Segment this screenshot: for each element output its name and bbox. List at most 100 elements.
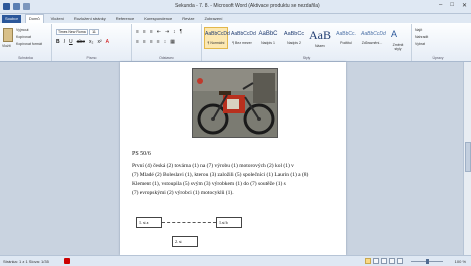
style-name: ¶ Normální <box>207 41 225 45</box>
align-center-button[interactable]: ≡ <box>143 39 146 45</box>
format-painter-button[interactable]: Kopírovat formát <box>16 42 42 46</box>
paragraph-line[interactable]: (7) Mladé (2) Boleslavi (1), kterou (3) … <box>132 172 308 178</box>
font-group-label: Písmo <box>86 56 97 60</box>
underline-button[interactable]: U <box>69 39 73 45</box>
line-spacing-button[interactable]: ↕ <box>164 39 167 45</box>
paragraph-line[interactable]: Klement (1), vstoupila (5) svým (3) výro… <box>132 181 286 187</box>
superscript-button[interactable]: x² <box>97 39 101 45</box>
font-size-field[interactable]: 11 <box>89 29 99 35</box>
draft-icon[interactable] <box>397 258 403 264</box>
maximize-button[interactable]: □ <box>450 2 454 9</box>
style-heading-1[interactable]: AaBbC Nadpis 1 <box>256 27 280 49</box>
paste-label[interactable]: Vložit <box>2 44 11 48</box>
replace-button[interactable]: Nahradit <box>415 35 428 39</box>
font-format-row: B I U abe x₂ x² A <box>56 39 109 45</box>
minimize-button[interactable]: – <box>439 2 442 9</box>
window-title: Sekunda - 7. 8. - Microsoft Word (Aktiva… <box>175 3 320 9</box>
align-left-button[interactable]: ≡ <box>136 39 139 45</box>
zoom-level[interactable]: 100 % <box>455 259 466 264</box>
font-color-button[interactable]: A <box>106 39 109 45</box>
bullets-button[interactable]: ≡ <box>136 29 139 35</box>
style-name: Zdůraznění... <box>361 41 383 45</box>
editing-group: Najít Nahradit Vybrat Úpravy <box>412 24 464 61</box>
tab-home[interactable]: Domů <box>24 14 44 23</box>
proofing-error-icon[interactable] <box>64 258 70 264</box>
status-text[interactable]: Stránka: 1 z 1 Slova: 1/35 <box>3 259 49 264</box>
vertical-scrollbar[interactable] <box>463 62 471 255</box>
select-button[interactable]: Vybrat <box>415 42 425 46</box>
copy-button[interactable]: Kopírovat <box>16 35 31 39</box>
paste-icon[interactable] <box>3 28 13 42</box>
document-page[interactable]: PS 50/6 První (4) česká (2) továrna (1) … <box>120 62 346 255</box>
tab-references[interactable]: Reference <box>113 16 137 21</box>
clipboard-group: Vložit Vyjmout Kopírovat Kopírovat formá… <box>0 24 52 61</box>
font-name-field[interactable]: Times New Roma <box>56 29 88 35</box>
full-screen-reading-icon[interactable] <box>373 258 379 264</box>
document-heading[interactable]: PS 50/6 <box>132 151 151 157</box>
tab-review[interactable]: Revize <box>179 16 197 21</box>
motorcycle-photo[interactable] <box>192 68 278 138</box>
tab-mailings[interactable]: Korespondence <box>141 16 175 21</box>
bold-button[interactable]: B <box>56 39 60 45</box>
tab-view[interactable]: Zobrazení <box>201 16 225 21</box>
styles-group: AaBbCcDd ¶ Normální AaBbCcDd ¶ Bez mezer… <box>202 24 412 61</box>
numbering-button[interactable]: ≡ <box>143 29 146 35</box>
style-normal[interactable]: AaBbCcDd ¶ Normální <box>204 27 230 49</box>
table-cell-3[interactable]: 2. st <box>172 236 198 247</box>
table-cell-2[interactable]: 1.st b <box>216 217 242 228</box>
style-sample: AaBbC <box>258 31 278 37</box>
find-button[interactable]: Najít <box>415 28 422 32</box>
table-cell-1[interactable]: 1. st a <box>136 217 162 228</box>
style-subtitle[interactable]: AaBbCc. Podtitul <box>334 27 358 49</box>
justify-button[interactable]: ≡ <box>157 39 160 45</box>
style-name: ¶ Bez mezer <box>232 41 252 45</box>
increase-indent-button[interactable]: ⇥ <box>165 29 169 35</box>
style-heading-2[interactable]: AaBbCc Nadpis 2 <box>282 27 306 49</box>
change-styles-button[interactable]: A Změnit styly <box>388 25 410 55</box>
cut-button[interactable]: Vyjmout <box>16 28 29 32</box>
paragraph-group: ≡ ≡ ≡ ⇤ ⇥ ↕ ¶ ≡ ≡ ≡ ≡ ↕ ▦ Odstavec <box>132 24 202 61</box>
view-buttons <box>365 258 403 264</box>
tab-page-layout[interactable]: Rozložení stránky <box>71 16 109 21</box>
change-styles-label: Změnit styly <box>392 43 404 51</box>
styles-group-label: Styly <box>302 56 311 60</box>
undo-icon[interactable] <box>23 3 30 10</box>
show-marks-button[interactable]: ¶ <box>180 29 183 35</box>
style-no-spacing[interactable]: AaBbCcDd ¶ Bez mezer <box>230 27 256 49</box>
quick-access-toolbar <box>3 3 30 10</box>
zoom-slider-knob[interactable] <box>426 259 429 264</box>
print-layout-icon[interactable] <box>365 258 371 264</box>
tab-insert[interactable]: Vložení <box>48 16 67 21</box>
style-sample: AaB <box>309 28 331 42</box>
sort-button[interactable]: ↕ <box>173 29 176 35</box>
paragraph-line[interactable]: První (4) česká (2) továrna (1) na (7) v… <box>132 163 294 169</box>
style-sample: AaBbCc <box>283 31 305 37</box>
style-sample: AaBbCcDd <box>205 31 230 37</box>
tab-file[interactable]: Soubor <box>2 14 21 23</box>
close-button[interactable]: ✕ <box>462 2 467 9</box>
decrease-indent-button[interactable]: ⇤ <box>157 29 161 35</box>
style-name: Nadpis 1 <box>261 41 275 45</box>
subscript-button[interactable]: x₂ <box>89 39 93 45</box>
web-layout-icon[interactable] <box>381 258 387 264</box>
borders-button[interactable]: ▦ <box>170 39 175 45</box>
style-title[interactable]: AaB Název <box>308 27 332 49</box>
save-icon[interactable] <box>13 3 20 10</box>
editing-group-label: Úpravy <box>432 56 444 60</box>
style-sample: AaBbCcDd <box>231 31 256 37</box>
align-right-button[interactable]: ≡ <box>150 39 153 45</box>
window-controls: – □ ✕ <box>439 2 467 9</box>
multilevel-list-button[interactable]: ≡ <box>150 29 153 35</box>
italic-button[interactable]: I <box>64 39 65 45</box>
ribbon: Vložit Vyjmout Kopírovat Kopírovat formá… <box>0 23 471 62</box>
word-icon[interactable] <box>3 3 10 10</box>
style-name: Nadpis 2 <box>287 41 301 45</box>
zoom-slider[interactable] <box>411 259 443 264</box>
scrollbar-thumb[interactable] <box>465 142 471 172</box>
table-dashed-line <box>162 222 216 223</box>
paragraph-row-1: ≡ ≡ ≡ ⇤ ⇥ ↕ ¶ <box>136 29 182 35</box>
paragraph-line[interactable]: (7) evropskými (2) výrobci (1) motocyklů… <box>132 190 234 196</box>
strikethrough-button[interactable]: abe <box>77 39 85 45</box>
style-emphasis[interactable]: AaBbCcDd Zdůraznění... <box>360 27 386 49</box>
outline-icon[interactable] <box>389 258 395 264</box>
